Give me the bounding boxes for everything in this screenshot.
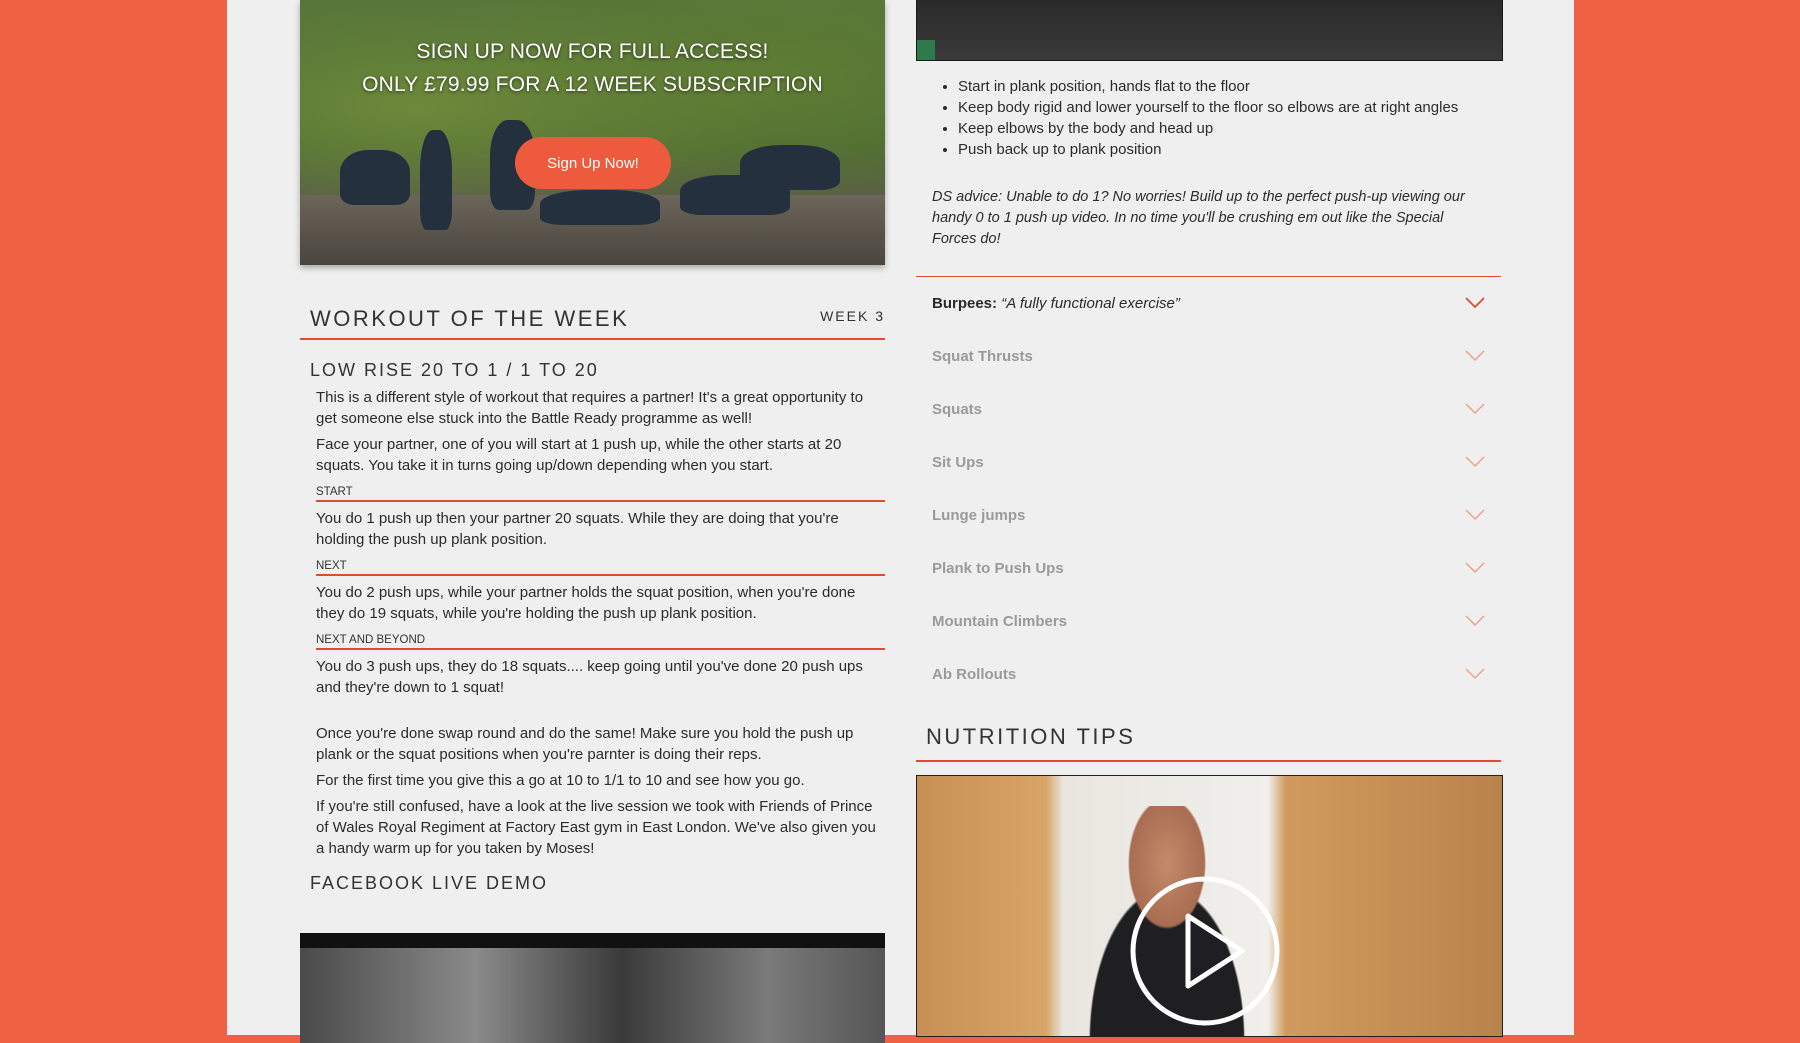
- step-text: You do 2 push ups, while your partner ho…: [316, 584, 856, 622]
- play-icon[interactable]: [1130, 876, 1280, 1026]
- promo-headline: SIGN UP NOW FOR FULL ACCESS!: [416, 40, 769, 63]
- step-text: You do 3 push ups, they do 18 squats....…: [316, 658, 863, 696]
- exercise-video[interactable]: [916, 0, 1503, 61]
- promo-price: ONLY £79.99 FOR A 12 WEEK SUBSCRIPTION: [362, 73, 823, 96]
- accordion-item-label: Sit Ups: [932, 454, 984, 471]
- workout-outro: If you're still confused, have a look at…: [316, 798, 876, 857]
- workout-outro: For the first time you give this a go at…: [316, 772, 805, 789]
- sign-up-button[interactable]: Sign Up Now!: [515, 137, 671, 189]
- step-text: You do 1 push up then your partner 20 sq…: [316, 510, 839, 548]
- page-container: SIGN UP NOW FOR FULL ACCESS! ONLY £79.99…: [227, 0, 1574, 1043]
- signup-promo-banner: SIGN UP NOW FOR FULL ACCESS! ONLY £79.99…: [300, 0, 885, 265]
- accordion-item-label: Mountain Climbers: [932, 613, 1068, 630]
- list-item: Start in plank position, hands flat to t…: [958, 76, 1458, 97]
- nutrition-section-header: NUTRITION TIPS: [916, 716, 1501, 762]
- workout-title: LOW RISE 20 TO 1 / 1 TO 20: [310, 360, 599, 380]
- accordion-item-label: Squat Thrusts: [932, 348, 1033, 365]
- accordion-item-squat-thrusts[interactable]: Squat Thrusts: [916, 330, 1501, 383]
- list-item: Keep body rigid and lower yourself to th…: [958, 97, 1458, 118]
- workout-intro: This is a different style of workout tha…: [316, 389, 864, 427]
- exercise-steps-list: Start in plank position, hands flat to t…: [932, 76, 1458, 160]
- accordion-item-label: Ab Rollouts: [932, 666, 1017, 683]
- banner-soldier-figure: [340, 150, 410, 205]
- banner-soldier-figure: [540, 190, 660, 225]
- accordion-item-mountain-climbers[interactable]: Mountain Climbers: [916, 595, 1501, 648]
- list-item: Keep elbows by the body and head up: [958, 118, 1458, 139]
- accordion-item-plank-to-push-ups[interactable]: Plank to Push Ups: [916, 542, 1501, 595]
- chevron-down-icon: [1465, 350, 1485, 362]
- accordion-item-label: Plank to Push Ups: [932, 560, 1064, 577]
- accordion-item-burpees[interactable]: Burpees: “A fully functional exercise”: [916, 277, 1501, 330]
- video-thumbnail-detail: [917, 40, 935, 60]
- accordion-item-label: Burpees: “A fully functional exercise”: [932, 295, 1180, 312]
- workout-outro: Once you're done swap round and do the s…: [316, 725, 854, 763]
- chevron-down-icon: [1465, 509, 1485, 521]
- chevron-down-icon: [1465, 403, 1485, 415]
- workout-intro: Face your partner, one of you will start…: [316, 436, 842, 474]
- week-label: WEEK 3: [820, 308, 885, 324]
- ds-advice: DS advice: Unable to do 1? No worries! B…: [932, 189, 1465, 247]
- banner-soldier-figure: [740, 145, 840, 190]
- left-column: SIGN UP NOW FOR FULL ACCESS! ONLY £79.99…: [300, 0, 885, 1043]
- chevron-down-icon: [1465, 297, 1485, 309]
- section-title: NUTRITION TIPS: [926, 724, 1136, 749]
- chevron-down-icon: [1465, 615, 1485, 627]
- accordion-item-squats[interactable]: Squats: [916, 383, 1501, 436]
- chevron-down-icon: [1465, 668, 1485, 680]
- accordion-item-lunge-jumps[interactable]: Lunge jumps: [916, 489, 1501, 542]
- accordion-item-label: Lunge jumps: [932, 507, 1026, 524]
- video-thumbnail: [300, 948, 885, 1043]
- accordion-item-sit-ups[interactable]: Sit Ups: [916, 436, 1501, 489]
- step-label-next: NEXT: [316, 560, 885, 576]
- nutrition-video[interactable]: [916, 775, 1503, 1037]
- step-label-next-and-beyond: NEXT AND BEYOND: [316, 634, 885, 650]
- facebook-live-video[interactable]: [300, 933, 885, 1043]
- step-label-start: START: [316, 486, 885, 502]
- accordion-item-label: Squats: [932, 401, 983, 418]
- accordion-item-name: Burpees:: [932, 295, 998, 312]
- list-item: Push back up to plank position: [958, 139, 1458, 160]
- exercise-accordion: Burpees: “A fully functional exercise” S…: [916, 276, 1501, 701]
- chevron-down-icon: [1465, 456, 1485, 468]
- workout-section-header: WORKOUT OF THE WEEK WEEK 3: [300, 298, 885, 340]
- chevron-down-icon: [1465, 562, 1485, 574]
- accordion-item-quote: “A fully functional exercise”: [1001, 295, 1180, 312]
- section-title: WORKOUT OF THE WEEK: [310, 306, 630, 331]
- facebook-live-demo-title: FACEBOOK LIVE DEMO: [310, 873, 549, 893]
- accordion-item-ab-rollouts[interactable]: Ab Rollouts: [916, 648, 1501, 701]
- banner-soldier-figure: [420, 130, 452, 230]
